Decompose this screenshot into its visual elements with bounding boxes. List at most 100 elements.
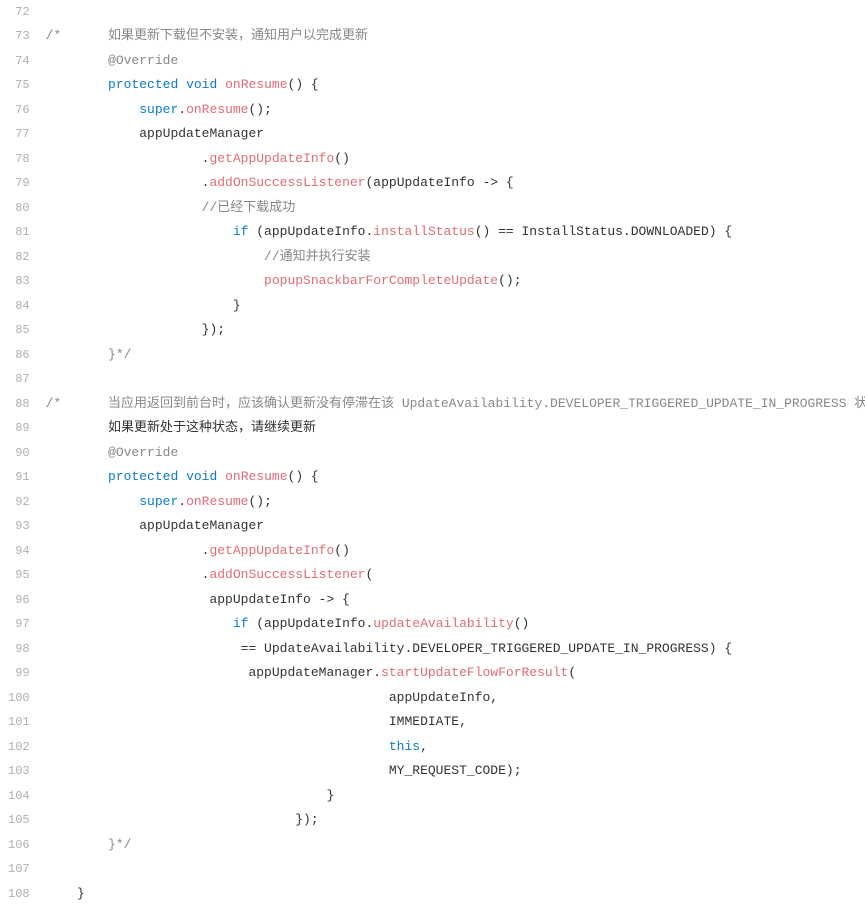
code-token: onResume <box>186 490 248 515</box>
code-token <box>46 759 389 784</box>
code-line[interactable]: appUpdateManager <box>42 123 865 148</box>
code-line[interactable]: 如果更新处于这种状态，请继续更新 <box>42 417 865 442</box>
code-line[interactable] <box>42 0 865 25</box>
code-line[interactable]: }); <box>42 809 865 834</box>
code-token <box>46 196 202 221</box>
code-token <box>46 147 202 172</box>
code-token <box>46 98 140 123</box>
code-line[interactable]: //已经下载成功 <box>42 196 865 221</box>
code-line[interactable]: popupSnackbarForCompleteUpdate(); <box>42 270 865 295</box>
code-token <box>46 514 140 539</box>
line-number: 94 <box>8 539 30 564</box>
code-line[interactable]: this, <box>42 735 865 760</box>
code-line[interactable]: } <box>42 294 865 319</box>
code-token: . <box>178 98 186 123</box>
code-token <box>178 465 186 490</box>
code-line[interactable]: //通知并执行安装 <box>42 245 865 270</box>
code-token: MY_REQUEST_CODE); <box>389 759 522 784</box>
code-token: , <box>420 735 428 760</box>
code-line[interactable]: /* 当应用返回到前台时，应该确认更新没有停滞在该 UpdateAvailabi… <box>42 392 865 417</box>
code-token <box>46 122 140 147</box>
code-token <box>46 539 202 564</box>
line-number: 92 <box>8 490 30 515</box>
code-token <box>46 808 296 833</box>
code-token: } <box>77 882 85 907</box>
code-token <box>46 563 202 588</box>
code-line[interactable]: } <box>42 882 865 907</box>
line-number: 106 <box>8 833 30 858</box>
code-line[interactable]: if (appUpdateInfo.installStatus() == Ins… <box>42 221 865 246</box>
code-line[interactable]: appUpdateManager.startUpdateFlowForResul… <box>42 662 865 687</box>
code-line[interactable]: appUpdateInfo, <box>42 686 865 711</box>
code-token: if <box>233 612 249 637</box>
code-token: (); <box>248 98 271 123</box>
code-token: () { <box>288 465 319 490</box>
code-line[interactable]: .getAppUpdateInfo() <box>42 147 865 172</box>
line-number: 93 <box>8 515 30 540</box>
code-token: } <box>326 784 334 809</box>
code-token: appUpdateManager <box>139 122 264 147</box>
line-number: 103 <box>8 760 30 785</box>
code-token: protected <box>108 73 178 98</box>
code-line[interactable]: /* 如果更新下载但不安装，通知用户以完成更新 <box>42 25 865 50</box>
code-token: void <box>186 73 217 98</box>
code-area[interactable]: /* 如果更新下载但不安装，通知用户以完成更新 @Override protec… <box>42 0 865 907</box>
code-line[interactable]: IMMEDIATE, <box>42 711 865 736</box>
code-line[interactable]: .getAppUpdateInfo() <box>42 539 865 564</box>
code-token <box>46 465 108 490</box>
code-token: onResume <box>225 465 287 490</box>
code-line[interactable]: } <box>42 784 865 809</box>
code-token: . <box>202 171 210 196</box>
code-token <box>46 784 327 809</box>
code-line[interactable]: super.onResume(); <box>42 98 865 123</box>
code-token: . <box>202 147 210 172</box>
line-number: 76 <box>8 98 30 123</box>
code-line[interactable]: if (appUpdateInfo.updateAvailability() <box>42 613 865 638</box>
code-token: getAppUpdateInfo <box>209 539 334 564</box>
line-number: 88 <box>8 392 30 417</box>
code-line[interactable]: .addOnSuccessListener(appUpdateInfo -> { <box>42 172 865 197</box>
code-line[interactable]: }); <box>42 319 865 344</box>
code-token: (appUpdateInfo. <box>248 220 373 245</box>
code-token: onResume <box>225 73 287 98</box>
line-number: 97 <box>8 613 30 638</box>
code-line[interactable] <box>42 858 865 883</box>
code-token: //通知并执行安装 <box>264 245 371 270</box>
code-line[interactable]: }*/ <box>42 833 865 858</box>
code-token <box>46 294 233 319</box>
code-token: () { <box>288 73 319 98</box>
code-line[interactable] <box>42 368 865 393</box>
code-line[interactable]: protected void onResume() { <box>42 466 865 491</box>
code-line[interactable]: == UpdateAvailability.DEVELOPER_TRIGGERE… <box>42 637 865 662</box>
code-line[interactable]: @Override <box>42 441 865 466</box>
code-token: super <box>139 490 178 515</box>
code-token: ( <box>365 563 373 588</box>
code-token: this <box>389 735 420 760</box>
line-number: 89 <box>8 417 30 442</box>
code-line[interactable]: appUpdateInfo -> { <box>42 588 865 613</box>
code-line[interactable]: .addOnSuccessListener( <box>42 564 865 589</box>
code-token: super <box>139 98 178 123</box>
line-number: 75 <box>8 74 30 99</box>
code-token: appUpdateInfo, <box>389 686 498 711</box>
code-token: }*/ <box>108 343 131 368</box>
line-number: 80 <box>8 196 30 221</box>
code-line[interactable]: appUpdateManager <box>42 515 865 540</box>
line-number: 72 <box>8 0 30 25</box>
code-token <box>46 710 389 735</box>
code-line[interactable]: super.onResume(); <box>42 490 865 515</box>
code-token: 如果更新处于这种状态，请继续更新 <box>108 416 316 441</box>
code-token <box>46 441 108 466</box>
line-number: 78 <box>8 147 30 172</box>
code-token: @Override <box>108 49 178 74</box>
line-number: 79 <box>8 172 30 197</box>
code-token: appUpdateManager <box>139 514 264 539</box>
code-token: addOnSuccessListener <box>209 563 365 588</box>
code-line[interactable]: }*/ <box>42 343 865 368</box>
line-number: 100 <box>8 686 30 711</box>
line-number: 74 <box>8 49 30 74</box>
code-line[interactable]: @Override <box>42 49 865 74</box>
code-line[interactable]: MY_REQUEST_CODE); <box>42 760 865 785</box>
code-line[interactable]: protected void onResume() { <box>42 74 865 99</box>
line-number: 84 <box>8 294 30 319</box>
